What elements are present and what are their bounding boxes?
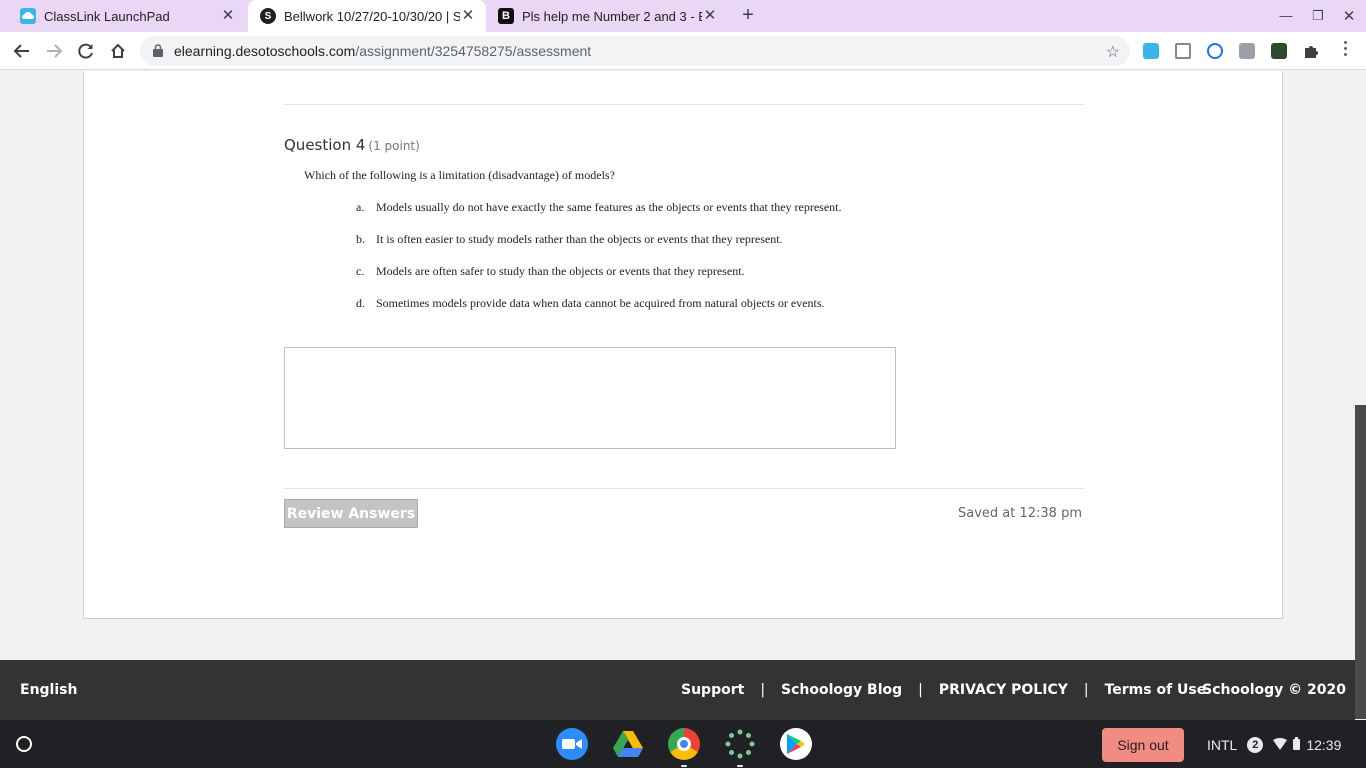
page-scrollbar[interactable] (1355, 405, 1366, 719)
footer-link-privacy[interactable]: PRIVACY POLICY (939, 682, 1068, 698)
answer-choice-b[interactable]: b. It is often easier to study models rat… (356, 232, 783, 247)
forward-icon[interactable] (43, 40, 65, 62)
schoology-icon: S (260, 8, 276, 24)
choice-letter: c. (356, 264, 365, 278)
footer-links: Support | Schoology Blog | PRIVACY POLIC… (681, 682, 1206, 698)
brainly-icon: B (498, 8, 514, 24)
question-header: Question 4 (1 point) (284, 136, 420, 154)
tab-classlink[interactable]: ClassLink LaunchPad ✕ (0, 0, 246, 32)
close-tab-icon[interactable]: ✕ (220, 8, 236, 24)
sign-out-button[interactable]: Sign out (1102, 728, 1184, 762)
footer-link-terms[interactable]: Terms of Use (1105, 682, 1207, 698)
shield-extension-icon[interactable] (1207, 43, 1223, 59)
footer-separator: | (1083, 682, 1089, 698)
tab-title: ClassLink LaunchPad (44, 8, 170, 24)
play-store-icon[interactable] (780, 728, 812, 760)
saved-status: Saved at 12:38 pm (957, 506, 1082, 521)
question-title: Question 4 (284, 136, 366, 154)
classlink-icon (20, 8, 36, 24)
reload-icon[interactable] (75, 40, 97, 62)
app-extension-icon[interactable] (1271, 43, 1287, 59)
classlink-extension-icon[interactable] (1143, 43, 1159, 59)
new-tab-icon[interactable]: + (738, 5, 758, 26)
status-tray[interactable]: INTL 2 12:39 (1196, 728, 1358, 762)
cast-extension-icon[interactable] (1175, 43, 1191, 59)
choice-letter: b. (356, 232, 365, 246)
choice-text: Sometimes models provide data when data … (376, 296, 825, 310)
screen-extension-icon[interactable] (1239, 43, 1255, 59)
answer-choice-a[interactable]: a. Models usually do not have exactly the… (356, 200, 842, 215)
input-method: INTL (1207, 737, 1238, 753)
back-icon[interactable] (11, 40, 33, 62)
lock-icon[interactable] (153, 44, 163, 62)
footer-link-blog[interactable]: Schoology Blog (781, 682, 902, 698)
language-selector[interactable]: English (20, 682, 77, 698)
assessment-card: Question 4 (1 point) Which of the followi… (83, 71, 1283, 619)
footer-separator: | (760, 682, 766, 698)
address-bar[interactable]: elearning.desotoschools.com/assignment/3… (140, 36, 1130, 66)
divider (284, 488, 1084, 489)
os-shelf: Sign out INTL 2 12:39 (0, 720, 1366, 768)
tab-title: Bellwork 10/27/20-10/30/20 | Schoology (284, 8, 460, 24)
url-host: elearning.desotoschools.com (174, 43, 356, 59)
browser-menu-icon[interactable] (1342, 41, 1348, 56)
choice-text: It is often easier to study models rathe… (376, 232, 783, 246)
tab-brainly[interactable]: B Pls help me Number 2 and 3 - Brainly ✕ (488, 0, 728, 32)
home-icon[interactable] (107, 40, 129, 62)
footer-separator: | (918, 682, 923, 698)
site-footer: English Support | Schoology Blog | PRIVA… (0, 660, 1355, 720)
launcher-icon[interactable] (16, 736, 32, 752)
close-tab-icon[interactable]: ✕ (702, 8, 718, 24)
choice-letter: a. (356, 200, 365, 214)
zoom-icon[interactable] (556, 728, 588, 760)
choice-text: Models are often safer to study than the… (376, 264, 745, 278)
footer-link-support[interactable]: Support (681, 682, 744, 698)
notification-badge: 2 (1247, 737, 1264, 753)
tab-schoology[interactable]: S Bellwork 10/27/20-10/30/20 | Schoology… (248, 0, 486, 32)
chrome-icon[interactable] (668, 728, 700, 760)
question-prompt: Which of the following is a limitation (… (304, 168, 615, 182)
chrome-running-indicator (681, 765, 687, 767)
divider (284, 104, 1084, 105)
answer-choice-c[interactable]: c. Models are often safer to study than t… (356, 264, 745, 279)
restore-icon[interactable]: ❐ (1310, 8, 1326, 24)
page-content: Question 4 (1 point) Which of the followi… (0, 71, 1366, 660)
bookmark-star-icon[interactable]: ☆ (1106, 42, 1120, 62)
answer-input[interactable] (284, 347, 896, 449)
choice-text: Models usually do not have exactly the s… (376, 200, 842, 214)
tab-strip: ClassLink LaunchPad ✕ S Bellwork 10/27/2… (0, 0, 1366, 32)
close-window-icon[interactable]: ✕ (1341, 7, 1357, 25)
clock: 12:39 (1306, 737, 1342, 753)
minimize-icon[interactable]: — (1278, 8, 1294, 23)
browser-toolbar: elearning.desotoschools.com/assignment/3… (0, 32, 1366, 70)
answer-choice-d[interactable]: d. Sometimes models provide data when dat… (356, 296, 825, 311)
wifi-icon (1273, 737, 1288, 753)
battery-icon (1293, 737, 1301, 753)
app-running-indicator (737, 765, 743, 767)
close-tab-icon[interactable]: ✕ (460, 8, 476, 24)
url-path: /assignment/3254758275/assessment (355, 43, 592, 59)
tab-title: Pls help me Number 2 and 3 - Brainly (522, 8, 702, 24)
google-drive-icon[interactable] (612, 728, 644, 760)
chrome-center (677, 737, 691, 751)
question-points: (1 point) (368, 139, 420, 153)
url-text: elearning.desotoschools.com/assignment/3… (174, 43, 591, 59)
review-answers-button[interactable]: Review Answers (284, 499, 418, 528)
puzzle-extensions-icon[interactable] (1303, 43, 1319, 59)
copyright: Schoology © 2020 (1202, 682, 1346, 698)
choice-letter: d. (356, 296, 365, 310)
loading-app-icon[interactable] (724, 728, 756, 760)
